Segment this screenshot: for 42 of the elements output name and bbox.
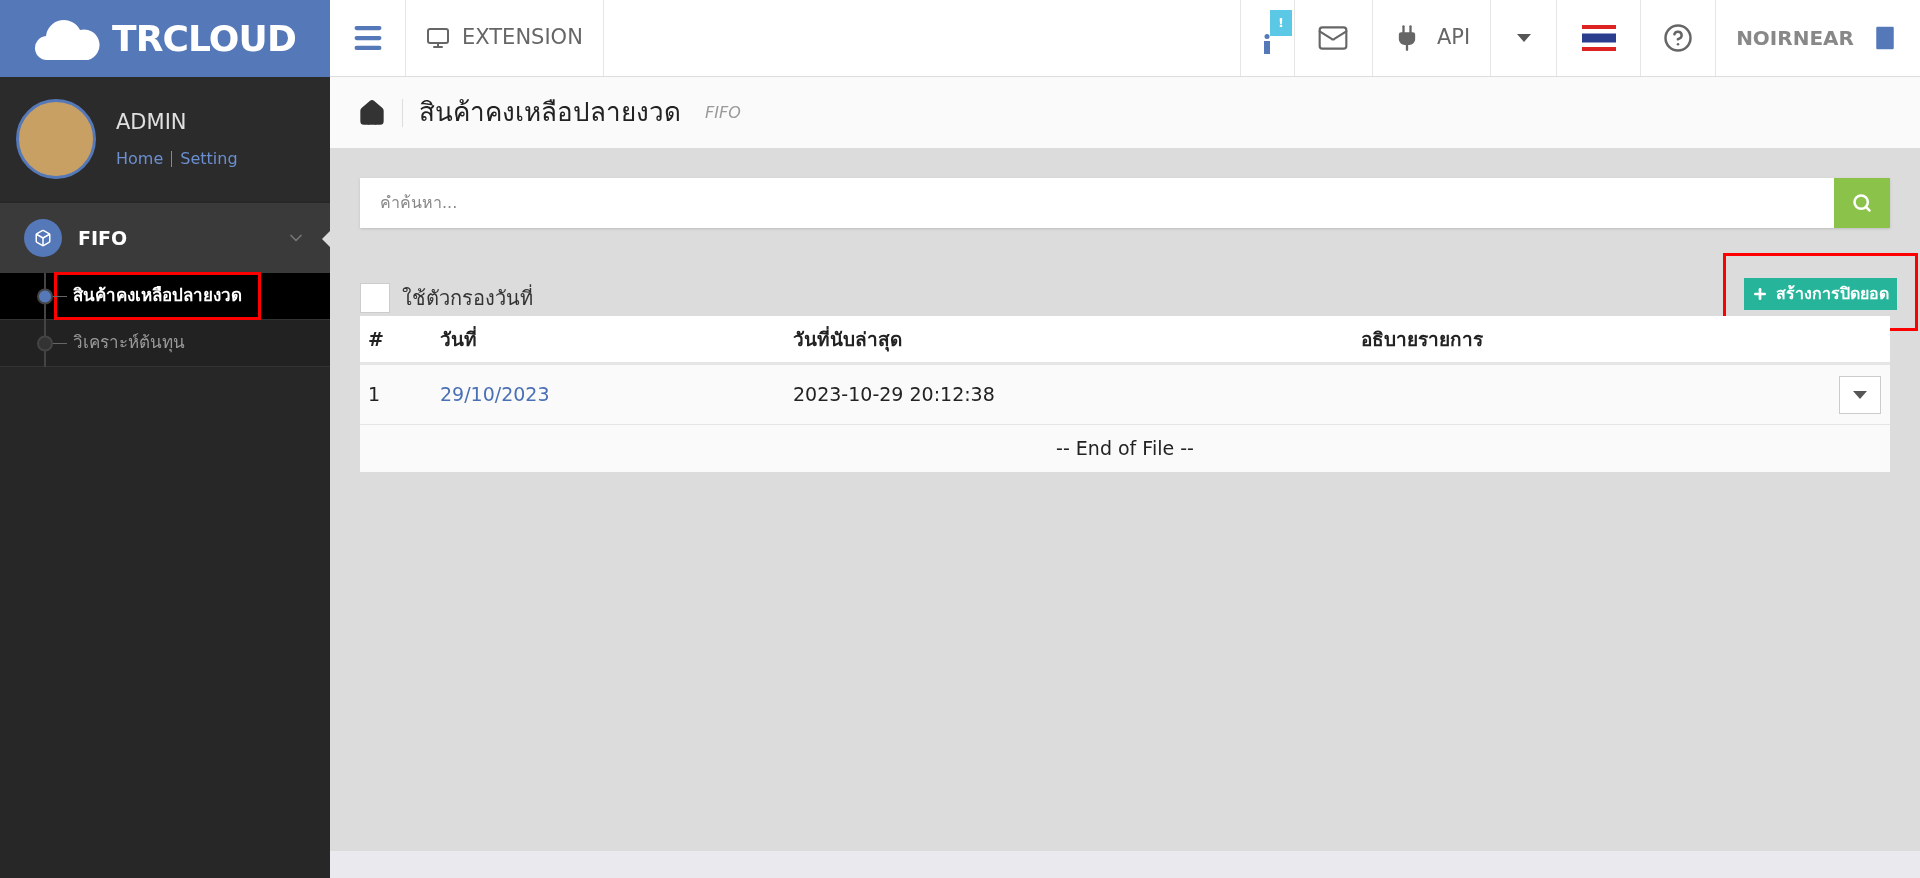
profile-link[interactable]: Home (116, 146, 164, 171)
cloud-icon (34, 17, 101, 60)
box-icon (24, 219, 62, 257)
table-cell-text: 2023-10-29 20:12:38 (793, 382, 995, 408)
column-header: # (367, 326, 385, 352)
sidebar-item[interactable]: สินค้าคงเหลือปลายงวด (0, 273, 330, 320)
sidebar-group[interactable]: FIFO (0, 203, 330, 273)
profile-link[interactable]: Setting (180, 146, 238, 171)
page-subtitle: FIFO (705, 101, 741, 124)
column-header: อธิบายรายการ (1361, 326, 1484, 352)
column-header: วันที่ (440, 325, 478, 352)
home-icon (358, 98, 386, 127)
logo-text: TRCLOUD (112, 16, 296, 61)
caret-icon (1516, 34, 1531, 42)
search-icon (1852, 193, 1872, 213)
plus-icon (1752, 286, 1768, 302)
api-button[interactable]: API (1371, 0, 1491, 76)
annotation-frame: สินค้าคงเหลือปลายงวด (54, 272, 261, 320)
row-menu-button[interactable] (1839, 375, 1881, 414)
table-footer: -- End of File -- (360, 425, 1890, 472)
info-icon (1263, 34, 1272, 54)
pointer-icon (322, 231, 330, 247)
column-header: วันที่นับล่าสุด (793, 325, 903, 354)
date-link[interactable]: 29/10/2023 (440, 380, 550, 409)
notification-badge: ! (1269, 10, 1292, 36)
company-button[interactable]: NOIRNEAR (1715, 0, 1920, 76)
help-icon (1663, 23, 1694, 53)
search-field[interactable]: คำค้นหา... (360, 178, 1834, 228)
create-button[interactable]: สร้างการปิดยอด (1744, 278, 1897, 310)
flag-icon (1581, 25, 1616, 51)
extension-button[interactable]: EXTENSION (406, 0, 604, 76)
tree-node-icon (36, 320, 68, 367)
checkbox-label: ใช้ตัวกรองวันที่ (402, 283, 533, 312)
page-title: สินค้าคงเหลือปลายงวด (419, 96, 681, 129)
user-name: ADMIN (116, 109, 188, 137)
checkbox[interactable] (360, 283, 390, 313)
table-cell-text: 1 (367, 382, 382, 408)
caret-icon (1853, 390, 1867, 399)
sidebar-item[interactable]: วิเคราะห์ต้นทุน (0, 320, 330, 367)
annotation-frame: วิเคราะห์ต้นทุน (54, 319, 204, 367)
tree-node-icon (36, 273, 68, 320)
monitor-icon (426, 26, 450, 50)
